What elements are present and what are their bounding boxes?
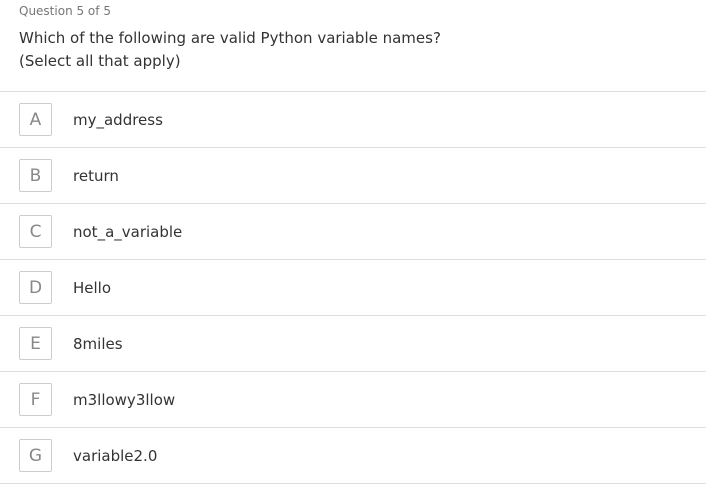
option-a[interactable]: A my_address [0, 92, 706, 148]
quiz-panel: Question 5 of 5 Which of the following a… [0, 0, 706, 484]
question-hint: (Select all that apply) [19, 52, 181, 70]
option-label: not_a_variable [73, 222, 183, 241]
option-letter-badge: D [19, 271, 52, 304]
question-counter: Question 5 of 5 [19, 4, 111, 18]
option-c[interactable]: C not_a_variable [0, 204, 706, 260]
option-letter-badge: A [19, 103, 52, 136]
option-label: 8miles [73, 334, 123, 353]
option-e[interactable]: E 8miles [0, 316, 706, 372]
answer-options: A my_address B return C not_a_variable D… [0, 91, 706, 484]
option-g[interactable]: G variable2.0 [0, 428, 706, 484]
option-label: return [73, 166, 119, 185]
option-f[interactable]: F m3llowy3llow [0, 372, 706, 428]
option-letter-badge: F [19, 383, 52, 416]
option-label: Hello [73, 278, 112, 297]
option-label: variable2.0 [73, 446, 158, 465]
option-letter-badge: B [19, 159, 52, 192]
option-d[interactable]: D Hello [0, 260, 706, 316]
option-label: m3llowy3llow [73, 390, 176, 409]
option-letter-badge: E [19, 327, 52, 360]
option-letter-badge: G [19, 439, 52, 472]
question-text: Which of the following are valid Python … [19, 29, 441, 47]
option-label: my_address [73, 110, 163, 129]
question-header: Question 5 of 5 Which of the following a… [0, 0, 706, 88]
option-letter-badge: C [19, 215, 52, 248]
option-b[interactable]: B return [0, 148, 706, 204]
